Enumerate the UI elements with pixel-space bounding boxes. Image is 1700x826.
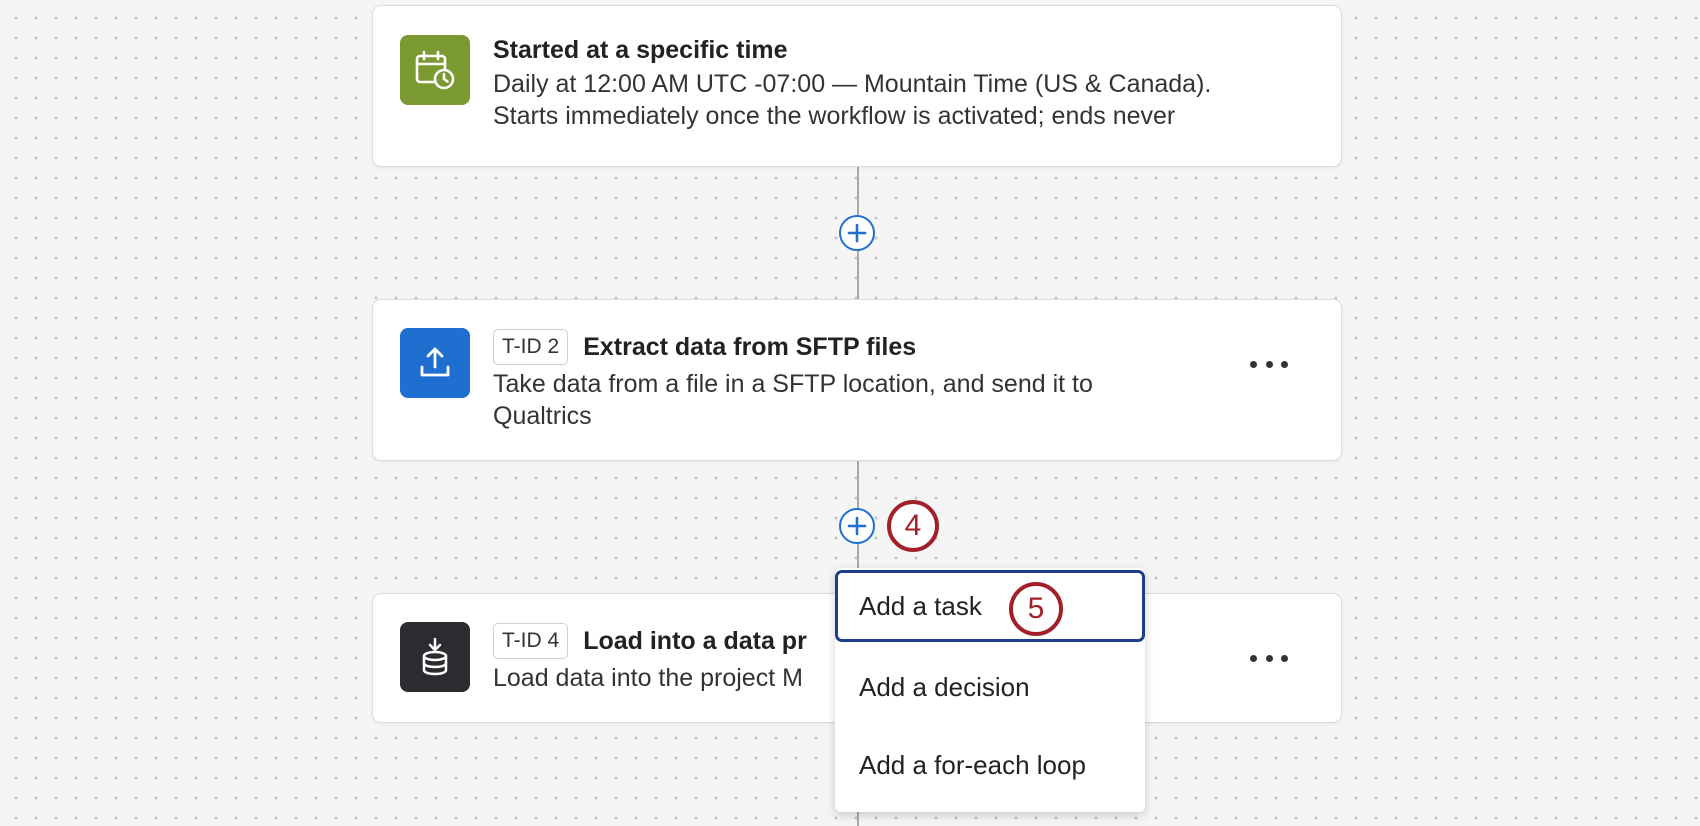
trigger-description: Daily at 12:00 AM UTC -07:00 — Mountain … [493,70,1212,130]
task-title: Load into a data pr [583,626,807,655]
menu-item-add-for-each-loop[interactable]: Add a for-each loop [835,729,1145,801]
trigger-card[interactable]: Started at a specific time Daily at 12:0… [372,5,1342,167]
trigger-title: Started at a specific time [493,35,788,64]
task-id-badge: T-ID 4 [493,623,569,659]
task-title: Extract data from SFTP files [583,332,917,361]
calendar-clock-icon [400,35,470,105]
more-icon [1250,360,1257,368]
more-options-button[interactable] [1247,349,1291,379]
task-card-extract-sftp[interactable]: T-ID 2 Extract data from SFTP files Take… [372,299,1342,461]
plus-icon [847,223,867,243]
add-step-menu: Add a task Add a decision Add a for-each… [835,568,1145,812]
add-step-button[interactable] [839,508,875,544]
add-step-button[interactable] [839,215,875,251]
menu-item-label: Add a decision [859,671,1030,702]
task-id-badge: T-ID 2 [493,329,569,365]
task-description: Take data from a file in a SFTP location… [493,370,1093,430]
more-options-button[interactable] [1247,643,1291,673]
menu-item-label: Add a task [859,590,982,621]
database-download-icon [400,622,470,692]
menu-item-add-task[interactable]: Add a task [835,570,1145,642]
menu-item-add-decision[interactable]: Add a decision [835,651,1145,723]
upload-icon [400,328,470,398]
plus-icon [847,516,867,536]
more-icon [1250,654,1257,662]
menu-item-label: Add a for-each loop [859,749,1086,780]
step-callout-5: 5 [1009,582,1063,636]
step-callout-4: 4 [887,500,939,552]
